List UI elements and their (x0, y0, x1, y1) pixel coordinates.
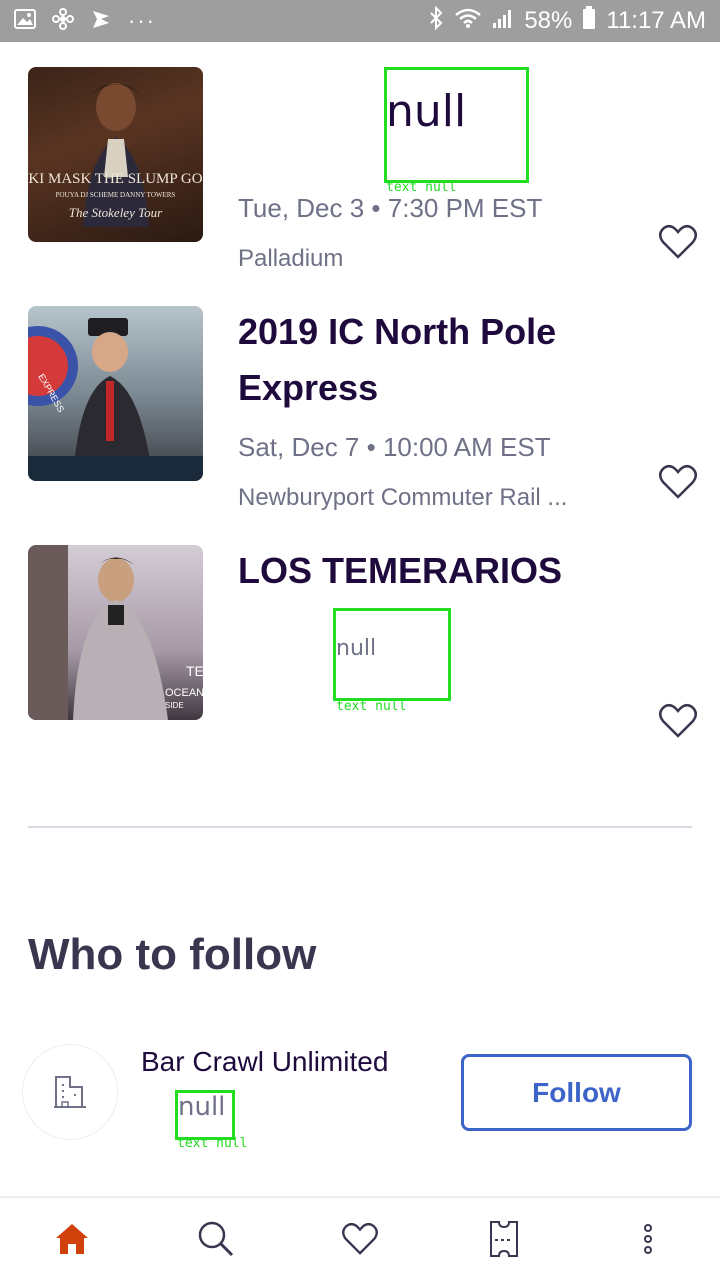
event-card[interactable]: EXPRESS 2019 IC North Pole Express Sat, … (0, 300, 720, 540)
event-image-caption-1: KI MASK THE SLUMP GO (28, 171, 203, 187)
event-image-caption-3: TE (186, 663, 203, 679)
organizer-subtitle: null (178, 1092, 226, 1122)
event-title[interactable]: null (386, 86, 466, 137)
bottom-nav (0, 1196, 720, 1280)
event-image-caption-2: POUYA DJ SCHEME DANNY TOWERS (55, 191, 176, 199)
annotation-caption: text null (177, 1136, 248, 1151)
more-icon (644, 1224, 652, 1254)
nav-tickets[interactable] (474, 1209, 534, 1269)
ticket-icon (490, 1221, 518, 1257)
event-image-caption-2: SIDE (165, 701, 184, 710)
building-icon (54, 1076, 86, 1108)
nav-likes[interactable] (330, 1209, 390, 1269)
organizer-avatar[interactable] (22, 1044, 118, 1140)
event-thumbnail[interactable]: KI MASK THE SLUMP GO POUYA DJ SCHEME DAN… (28, 67, 203, 242)
event-thumbnail[interactable]: EXPRESS (28, 306, 203, 481)
event-image-caption-1: OCEAN (165, 687, 203, 699)
event-title[interactable]: 2019 IC North Pole Express (238, 304, 638, 416)
event-card[interactable]: KI MASK THE SLUMP GO POUYA DJ SCHEME DAN… (0, 0, 720, 300)
event-card[interactable]: TE OCEAN SIDE LOS TEMERARIOS null text n… (0, 540, 720, 760)
organizer-name[interactable]: Bar Crawl Unlimited (141, 1046, 388, 1078)
section-divider (28, 826, 692, 828)
nav-home[interactable] (42, 1209, 102, 1269)
event-venue: Palladium (238, 245, 344, 272)
save-heart-icon[interactable] (658, 703, 698, 739)
save-heart-icon[interactable] (658, 464, 698, 500)
event-venue: Newburyport Commuter Rail ... (238, 484, 568, 511)
search-icon (198, 1221, 234, 1257)
follow-button[interactable]: Follow (461, 1054, 692, 1131)
event-date: null (336, 636, 377, 661)
save-heart-icon[interactable] (658, 224, 698, 260)
annotation-caption: text null (336, 699, 407, 714)
event-title[interactable]: LOS TEMERARIOS (238, 543, 638, 599)
section-title: Who to follow (28, 930, 317, 979)
home-icon (56, 1224, 88, 1254)
heart-icon (342, 1222, 378, 1255)
event-image-caption-3: The Stokeley Tour (68, 205, 163, 220)
nav-search[interactable] (186, 1209, 246, 1269)
event-date: Tue, Dec 3 • 7:30 PM EST (238, 193, 543, 223)
nav-more[interactable] (618, 1209, 678, 1269)
event-thumbnail[interactable]: TE OCEAN SIDE (28, 545, 203, 720)
event-date: Sat, Dec 7 • 10:00 AM EST (238, 432, 551, 462)
